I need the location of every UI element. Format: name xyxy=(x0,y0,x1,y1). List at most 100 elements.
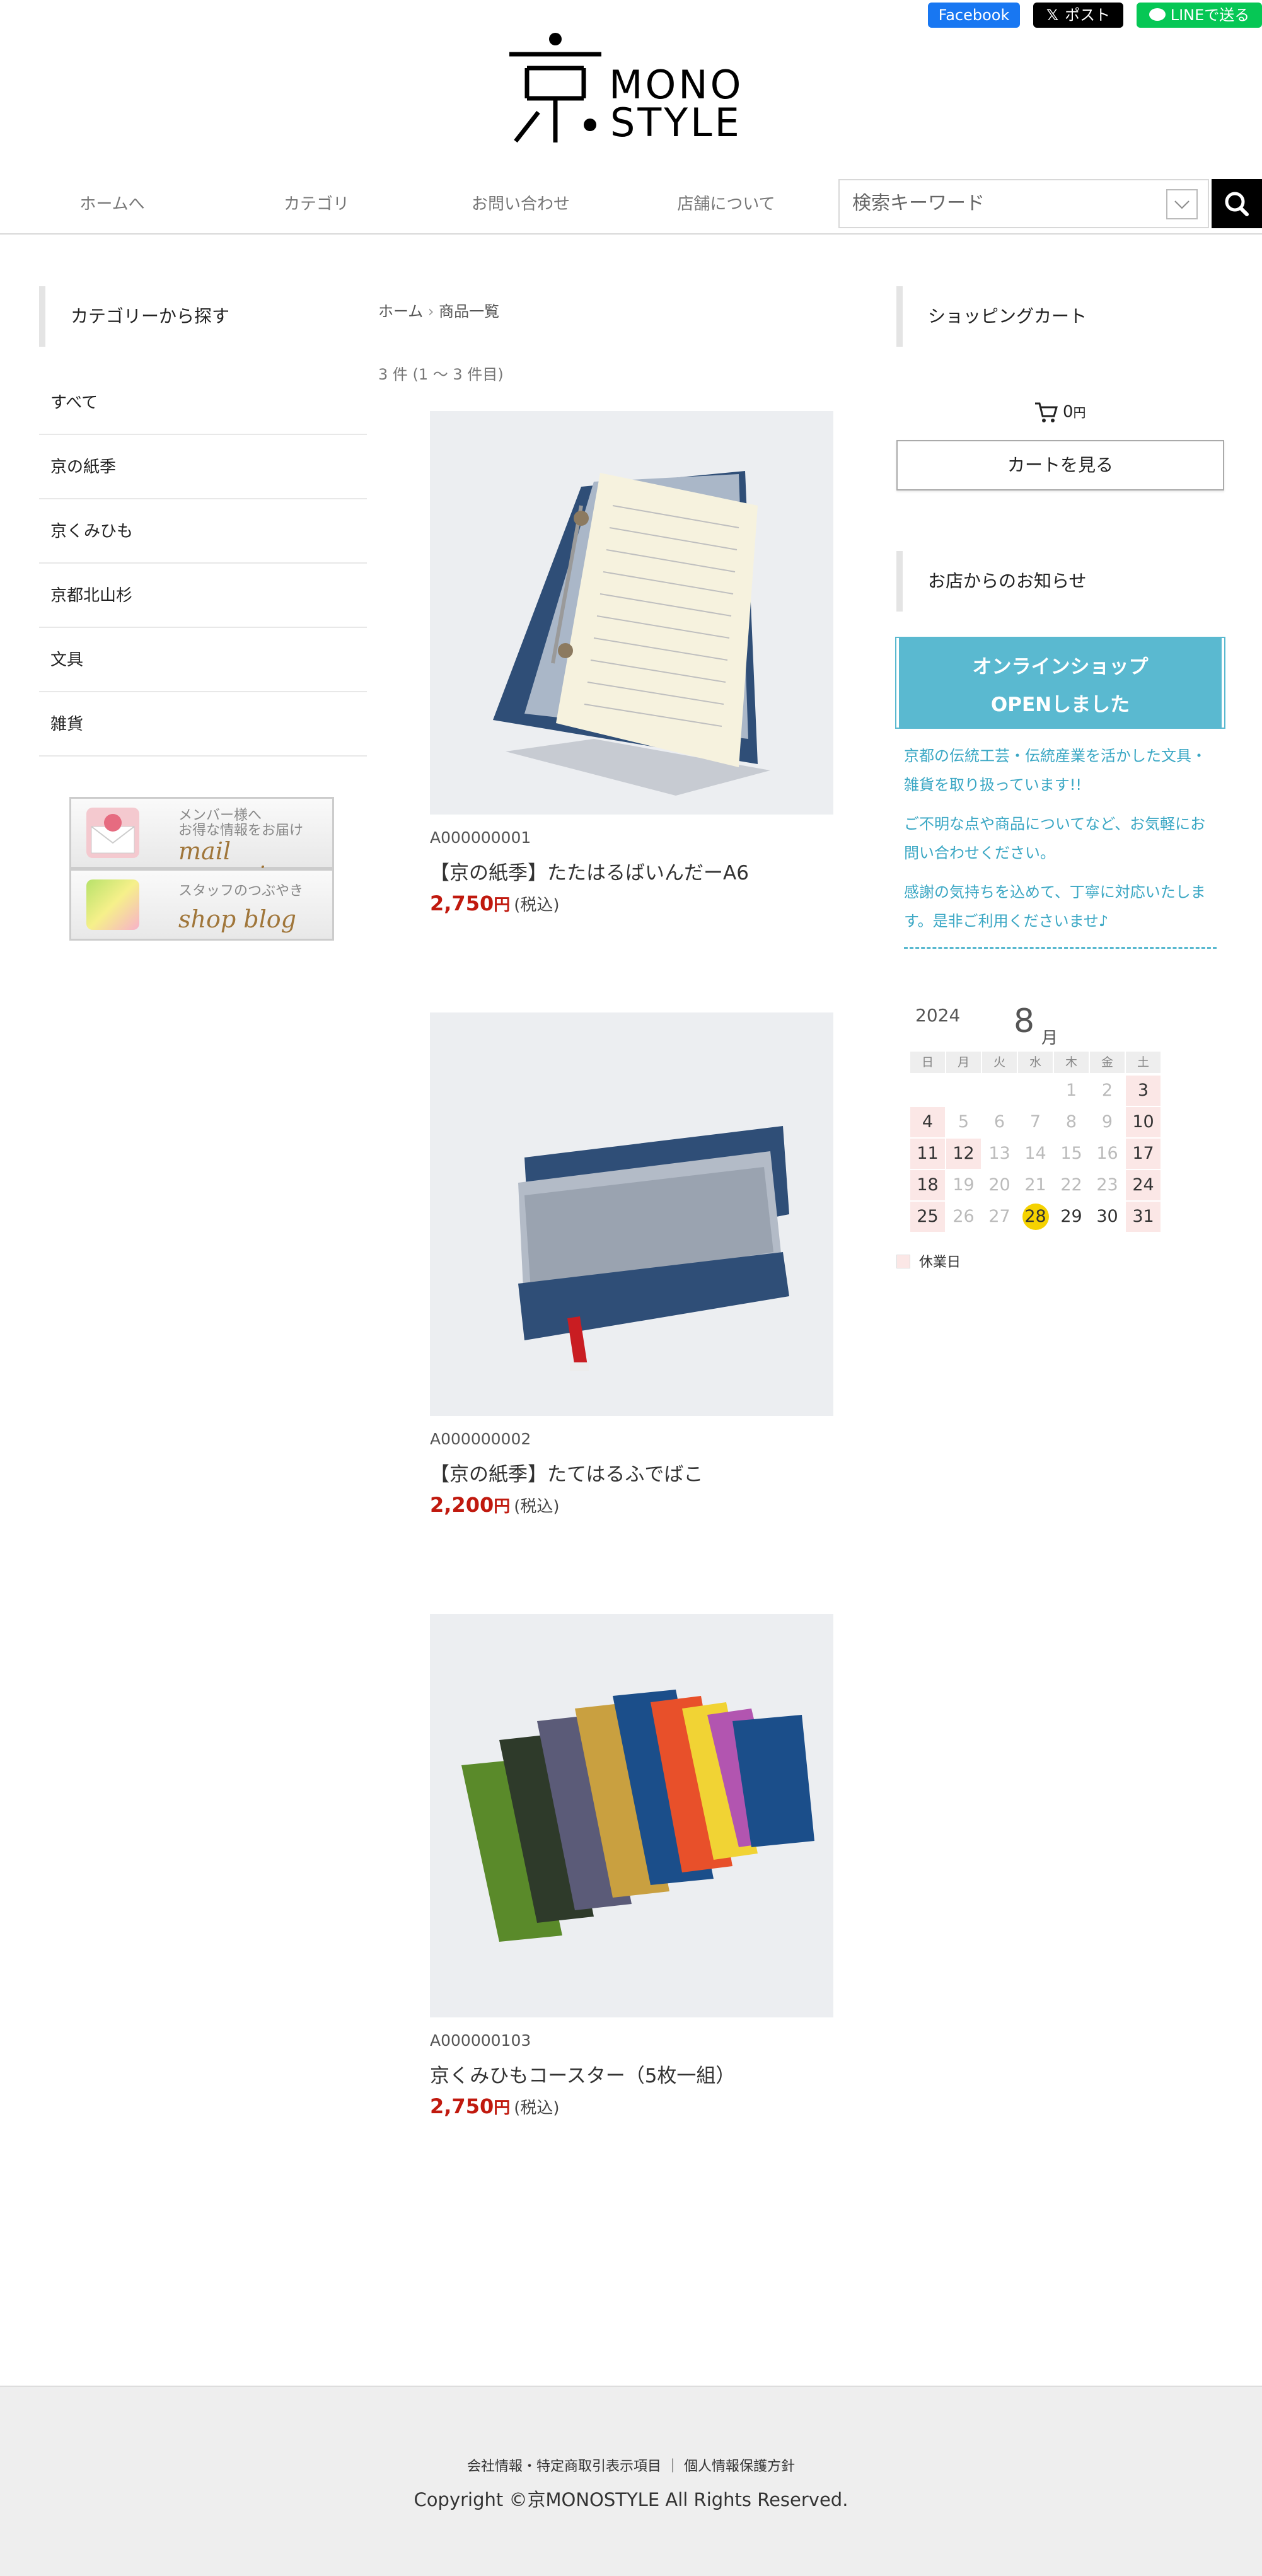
calendar-weekday: 土 xyxy=(1126,1052,1161,1073)
product-price: 2,200円 (税込) xyxy=(430,1493,833,1517)
breadcrumb-home[interactable]: ホーム xyxy=(378,303,423,320)
result-count: 3 件 (1 ～ 3 件目) xyxy=(378,366,504,383)
product-image-pencase[interactable] xyxy=(430,1012,833,1416)
calendar-day: 15 xyxy=(1060,1144,1082,1163)
envelope-flower-icon xyxy=(86,808,139,858)
calendar-day: 7 xyxy=(1029,1112,1041,1132)
calendar-month-unit: 月 xyxy=(1041,1029,1058,1048)
news-divider xyxy=(904,947,1217,949)
calendar-day: 30 xyxy=(1096,1207,1118,1226)
shop-open-banner-line1: オンラインショップ xyxy=(972,656,1149,678)
calendar-day: 19 xyxy=(952,1175,975,1195)
calendar-day: 16 xyxy=(1096,1144,1118,1163)
logo-text-mono: MONO xyxy=(609,62,744,108)
search-icon xyxy=(1225,192,1249,216)
calendar-day: 11 xyxy=(910,1139,945,1169)
nav-category[interactable]: カテゴリ xyxy=(216,179,417,229)
nav-about-store[interactable]: 店舗について xyxy=(625,179,827,229)
calendar-day: 9 xyxy=(1101,1112,1113,1132)
footer-links[interactable]: 会社情報・特定商取引表示項目 ｜ 個人情報保護方針 xyxy=(0,2455,1262,2475)
product-image-coaster[interactable] xyxy=(430,1614,833,2017)
product-name[interactable]: 【京の紙季】たてはるふでばこ xyxy=(430,1458,833,1487)
breadcrumb-current: 商品一覧 xyxy=(439,303,500,320)
news-paragraph: ご不明な点や商品についてなど、お気軽にお問い合わせください。 xyxy=(904,815,1206,862)
calendar-weekday: 月 xyxy=(946,1052,981,1073)
calendar-day: 6 xyxy=(993,1112,1005,1132)
product-image-binder[interactable] xyxy=(430,411,833,815)
copyright: Copyright ©京MONOSTYLE All Rights Reserve… xyxy=(414,2489,848,2510)
product-name[interactable]: 京くみひもコースター（5枚一組） xyxy=(430,2060,833,2088)
calendar-day: 23 xyxy=(1096,1175,1118,1195)
calendar-day: 14 xyxy=(1024,1144,1046,1163)
calendar-weekday: 火 xyxy=(982,1052,1017,1073)
calendar-day: 12 xyxy=(946,1139,981,1169)
view-cart-button[interactable]: カートを見る xyxy=(896,440,1224,490)
mail-magazine-banner[interactable]: メンバー様へ お得な情報をお届け mail magazine xyxy=(69,797,334,887)
category-list: すべて 京の紙季 京くみひも 京都北山杉 文具 雑貨 xyxy=(39,371,367,757)
mail-magazine-caption-2: お得な情報をお届け xyxy=(178,823,304,838)
calendar-day: 4 xyxy=(910,1107,945,1137)
product-name[interactable]: 【京の紙季】たたはるばいんだーA6 xyxy=(430,857,833,885)
x-post-label: ポスト xyxy=(1065,6,1111,24)
search-category-dropdown[interactable] xyxy=(1166,189,1198,219)
price-value: 2,200 xyxy=(430,1493,494,1517)
search-placeholder: 検索キーワード xyxy=(852,192,985,214)
calendar-day: 27 xyxy=(988,1207,1010,1226)
nav-home[interactable]: ホームへ xyxy=(11,179,213,229)
calendar-year: 2024 xyxy=(915,1005,961,1026)
nav-contact[interactable]: お問い合わせ xyxy=(420,179,622,229)
price-tax-note: (税込) xyxy=(514,896,560,915)
product-card[interactable]: A000000002 【京の紙季】たてはるふでばこ 2,200円 (税込) xyxy=(430,1012,833,1517)
category-item-goods[interactable]: 雑貨 xyxy=(39,692,367,757)
calendar-day: 2 xyxy=(1101,1081,1113,1100)
product-card[interactable]: A000000001 【京の紙季】たたはるばいんだーA6 2,750円 (税込) xyxy=(430,411,833,915)
shopping-bag-icon xyxy=(86,879,139,930)
category-item-all[interactable]: すべて xyxy=(39,371,367,435)
calendar-legend: 休業日 xyxy=(896,1251,961,1271)
calendar-day: 13 xyxy=(988,1144,1010,1163)
x-logo-icon: 𝕏 xyxy=(1046,6,1059,24)
x-post-button[interactable]: 𝕏 ポスト xyxy=(1033,3,1123,28)
shop-blog-banner[interactable]: スタッフのつぶやき shop blog xyxy=(69,869,334,941)
price-currency: 円 xyxy=(494,896,511,915)
line-send-label: LINEで送る xyxy=(1170,6,1250,24)
search-button[interactable] xyxy=(1212,179,1262,228)
mail-magazine-caption-1: メンバー様へ xyxy=(178,808,262,823)
search-input[interactable]: 検索キーワード xyxy=(838,179,1209,228)
facebook-share-button[interactable]: Facebook xyxy=(928,3,1020,28)
price-tax-note: (税込) xyxy=(514,1497,560,1516)
calendar-day: 29 xyxy=(1060,1207,1082,1226)
product-price: 2,750円 (税込) xyxy=(430,2094,833,2118)
calendar-weekday: 金 xyxy=(1090,1052,1125,1073)
cart-summary[interactable]: 0円 xyxy=(1034,401,1086,424)
category-item-stationery[interactable]: 文具 xyxy=(39,628,367,692)
site-logo[interactable]: MONO STYLE xyxy=(502,30,760,150)
line-logo-icon xyxy=(1149,8,1166,21)
category-item-kitayama-sugi[interactable]: 京都北山杉 xyxy=(39,564,367,628)
news-paragraph: 感謝の気持ちを込めて、丁寧に対応いたします。是非ご利用くださいませ♪ xyxy=(904,883,1206,930)
product-price: 2,750円 (税込) xyxy=(430,891,833,915)
calendar-weekday: 木 xyxy=(1054,1052,1089,1073)
product-card[interactable]: A000000103 京くみひもコースター（5枚一組） 2,750円 (税込) xyxy=(430,1614,833,2118)
category-item-kumihimo[interactable]: 京くみひも xyxy=(39,499,367,564)
cart-icon xyxy=(1035,402,1058,422)
product-code: A000000001 xyxy=(430,828,531,847)
calendar-day: 18 xyxy=(910,1170,945,1200)
category-section-title: カテゴリーから探す xyxy=(39,286,367,347)
chevron-down-icon xyxy=(1174,200,1190,209)
calendar-weekday: 水 xyxy=(1018,1052,1053,1073)
calendar-weekday: 日 xyxy=(910,1052,945,1073)
product-code: A000000002 xyxy=(430,1430,531,1448)
price-currency: 円 xyxy=(494,1497,511,1516)
global-nav: ホームへ カテゴリ お問い合わせ 店舗について 検索キーワード xyxy=(0,179,1262,235)
price-value: 2,750 xyxy=(430,891,494,915)
cart-section-title: ショッピングカート xyxy=(896,286,1224,347)
news-section-title: お店からのお知らせ xyxy=(896,551,1224,612)
calendar-day: 8 xyxy=(1065,1112,1077,1132)
holiday-swatch xyxy=(896,1255,910,1268)
category-item-kyo-no-shiki[interactable]: 京の紙季 xyxy=(39,435,367,499)
calendar-legend-label: 休業日 xyxy=(919,1255,961,1270)
line-send-button[interactable]: LINEで送る xyxy=(1137,3,1262,28)
cart-amount: 0 xyxy=(1063,402,1074,422)
calendar-day: 22 xyxy=(1060,1175,1082,1195)
